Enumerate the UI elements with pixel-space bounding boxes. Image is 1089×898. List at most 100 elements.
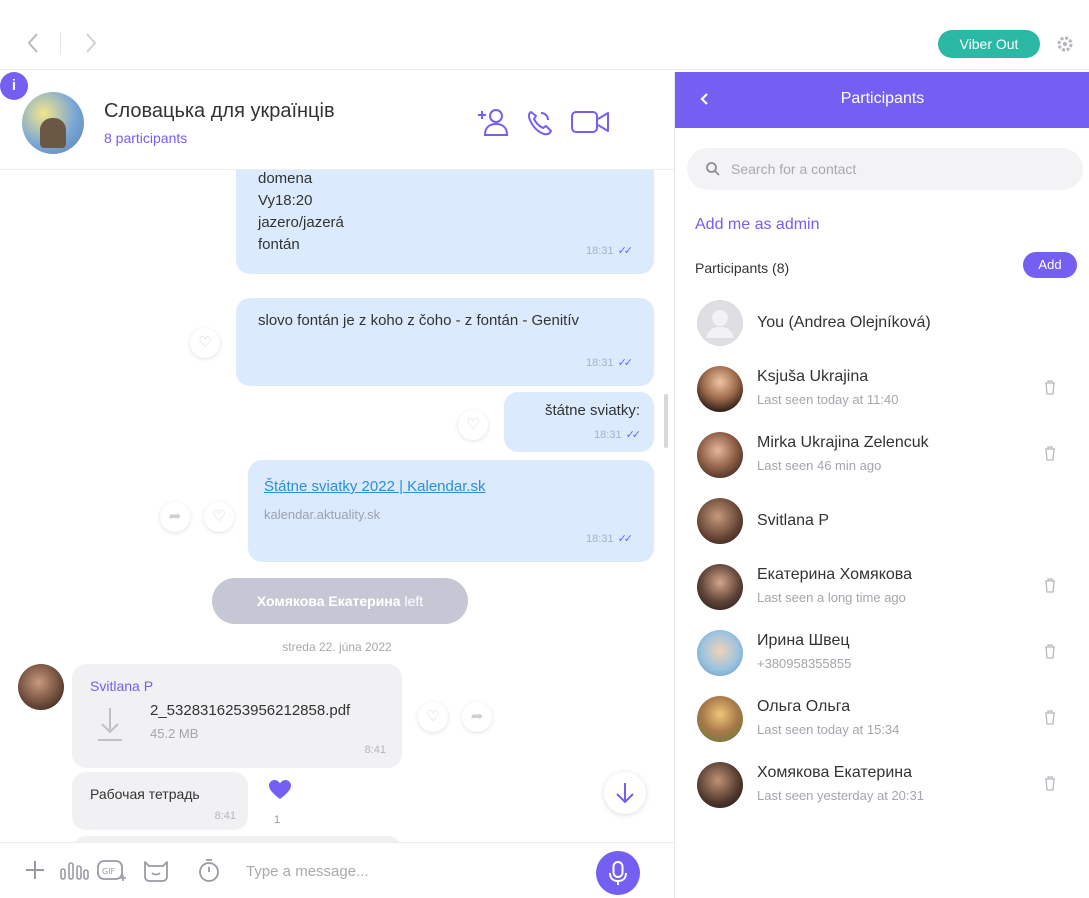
- forward-arrow-icon[interactable]: [80, 30, 102, 56]
- avatar: [697, 696, 743, 742]
- participant-row[interactable]: Mirka Ukrajina Zelencuk Last seen 46 min…: [675, 422, 1089, 488]
- participant-name: Svitlana P: [757, 512, 830, 529]
- info-icon[interactable]: i: [0, 72, 28, 100]
- link-preview-domain: kalendar.aktuality.sk: [264, 507, 381, 522]
- trash-icon[interactable]: [1043, 774, 1057, 792]
- participant-name: Хомякова Екатерина: [757, 764, 912, 781]
- avatar: [697, 762, 743, 808]
- file-size: 45.2 MB: [150, 726, 199, 741]
- default-avatar-icon: [706, 310, 734, 338]
- avatar: [697, 366, 743, 412]
- voice-record-button[interactable]: [596, 851, 640, 895]
- call-icon[interactable]: [524, 106, 554, 138]
- nav-separator: [60, 32, 61, 54]
- video-call-icon[interactable]: [570, 106, 610, 138]
- participants-list: You (Andrea Olejníková) Ksjuša Ukrajina …: [675, 290, 1089, 818]
- forward-reaction-button[interactable]: ➦: [160, 502, 190, 532]
- arrow-down-icon: [616, 783, 634, 804]
- heart-icon[interactable]: [266, 776, 294, 804]
- message-line: jazero/jazerá: [258, 214, 344, 231]
- message-text: slovo fontán je z koho z čoho - z fontán…: [258, 312, 580, 329]
- trash-icon[interactable]: [1043, 444, 1057, 462]
- svg-text:GIF: GIF: [102, 867, 116, 876]
- avatar: [697, 498, 743, 544]
- participants-count[interactable]: 8 participants: [104, 130, 187, 146]
- voice-wave-icon[interactable]: [58, 857, 90, 883]
- like-reaction-button[interactable]: ♡: [204, 502, 234, 532]
- participants-count-label: Participants (8): [695, 260, 790, 276]
- trash-icon[interactable]: [1043, 708, 1057, 726]
- read-ticks-icon: ✓✓: [617, 357, 634, 369]
- viber-out-button[interactable]: Viber Out: [938, 30, 1040, 58]
- participant-row[interactable]: Екатерина Хомякова Last seen a long time…: [675, 554, 1089, 620]
- message-time: 18:31 ✓✓: [586, 533, 634, 545]
- message-text: Рабочая тетрадь: [90, 786, 200, 802]
- scroll-down-button[interactable]: [604, 772, 646, 814]
- participant-row[interactable]: Svitlana P: [675, 488, 1089, 554]
- file-name: 2_5328316253956212858.pdf: [150, 702, 351, 719]
- read-ticks-icon: ✓✓: [617, 245, 634, 257]
- message-time: 18:31 ✓✓: [586, 245, 634, 257]
- add-participant-icon[interactable]: [474, 106, 508, 138]
- avatar[interactable]: [18, 664, 64, 710]
- phone-number: +380958355855: [757, 656, 852, 671]
- like-reaction-button[interactable]: ♡: [418, 702, 448, 732]
- trash-icon[interactable]: [1043, 642, 1057, 660]
- search-icon: [706, 162, 720, 176]
- outgoing-message[interactable]: štátne sviatky: 18:31 ✓✓: [504, 392, 654, 452]
- message-list[interactable]: domena Vy18:20 jazero/jazerá fontán 18:3…: [0, 170, 674, 842]
- link-preview-title[interactable]: Štátne sviatky 2022 | Kalendar.sk: [264, 476, 638, 498]
- gif-icon[interactable]: GIF: [96, 857, 128, 883]
- chat-title[interactable]: Словацька для українців: [104, 100, 335, 123]
- message-time: 8:41: [364, 744, 386, 756]
- trash-icon[interactable]: [1043, 576, 1057, 594]
- system-message: Хомякова Екатерина left: [212, 578, 468, 624]
- participant-row[interactable]: Ольга Ольга Last seen today at 15:34: [675, 686, 1089, 752]
- forward-reaction-button[interactable]: ➦: [462, 702, 492, 732]
- incoming-message[interactable]: Рабочая тетрадь 8:41: [72, 772, 248, 830]
- message-input[interactable]: [246, 855, 566, 887]
- panel-header: Participants: [675, 72, 1089, 128]
- trash-icon[interactable]: [1043, 378, 1057, 396]
- sender-name[interactable]: Svitlana P: [90, 678, 153, 694]
- panel-title: Participants: [840, 90, 925, 107]
- contact-search[interactable]: [687, 148, 1083, 190]
- last-seen: Last seen a long time ago: [757, 590, 906, 605]
- sticker-icon[interactable]: [142, 857, 170, 883]
- incoming-file-message[interactable]: Svitlana P 2_5328316253956212858.pdf 45.…: [72, 664, 402, 768]
- scrollbar[interactable]: [664, 394, 668, 448]
- like-reaction-button[interactable]: ♡: [190, 328, 220, 358]
- last-seen: Last seen yesterday at 20:31: [757, 788, 924, 803]
- download-icon[interactable]: [94, 704, 126, 744]
- top-bar: Viber Out: [0, 0, 1089, 70]
- gear-icon[interactable]: [1056, 35, 1074, 53]
- reaction-count: 1: [274, 814, 281, 826]
- last-seen: Last seen 46 min ago: [757, 458, 882, 473]
- outgoing-message[interactable]: slovo fontán je z koho z čoho - z fontán…: [236, 298, 654, 386]
- group-avatar[interactable]: [22, 92, 84, 154]
- participant-row[interactable]: Хомякова Екатерина Last seen yesterday a…: [675, 752, 1089, 818]
- participant-name: Ирина Швец: [757, 632, 850, 649]
- participant-name: Ольга Ольга: [757, 698, 851, 715]
- participant-name: Ksjuša Ukrajina: [757, 368, 869, 385]
- outgoing-message[interactable]: domena Vy18:20 jazero/jazerá fontán 18:3…: [236, 170, 654, 274]
- back-arrow-icon[interactable]: [22, 30, 44, 56]
- participants-panel: Participants Add me as admin Participant…: [674, 72, 1089, 898]
- participant-row[interactable]: Ирина Швец +380958355855: [675, 620, 1089, 686]
- outgoing-link-message[interactable]: Štátne sviatky 2022 | Kalendar.sk kalend…: [248, 460, 654, 562]
- participant-row[interactable]: Ksjuša Ukrajina Last seen today at 11:40: [675, 356, 1089, 422]
- chat-header: Словацька для українців 8 participants i: [0, 72, 674, 170]
- read-ticks-icon: ✓✓: [617, 533, 634, 545]
- avatar: [697, 300, 743, 346]
- participant-name: Екатерина Хомякова: [757, 566, 912, 583]
- avatar: [697, 630, 743, 676]
- participant-row[interactable]: You (Andrea Olejníková): [675, 290, 1089, 356]
- plus-icon[interactable]: [22, 857, 48, 883]
- like-reaction-button[interactable]: ♡: [458, 410, 488, 440]
- add-participant-button[interactable]: Add: [1023, 252, 1077, 278]
- search-input[interactable]: [731, 154, 1061, 184]
- timer-icon[interactable]: [196, 857, 222, 883]
- message-line: domena: [258, 170, 313, 187]
- participant-name: Mirka Ukrajina Zelencuk: [757, 434, 929, 451]
- add-me-as-admin-link[interactable]: Add me as admin: [695, 216, 820, 234]
